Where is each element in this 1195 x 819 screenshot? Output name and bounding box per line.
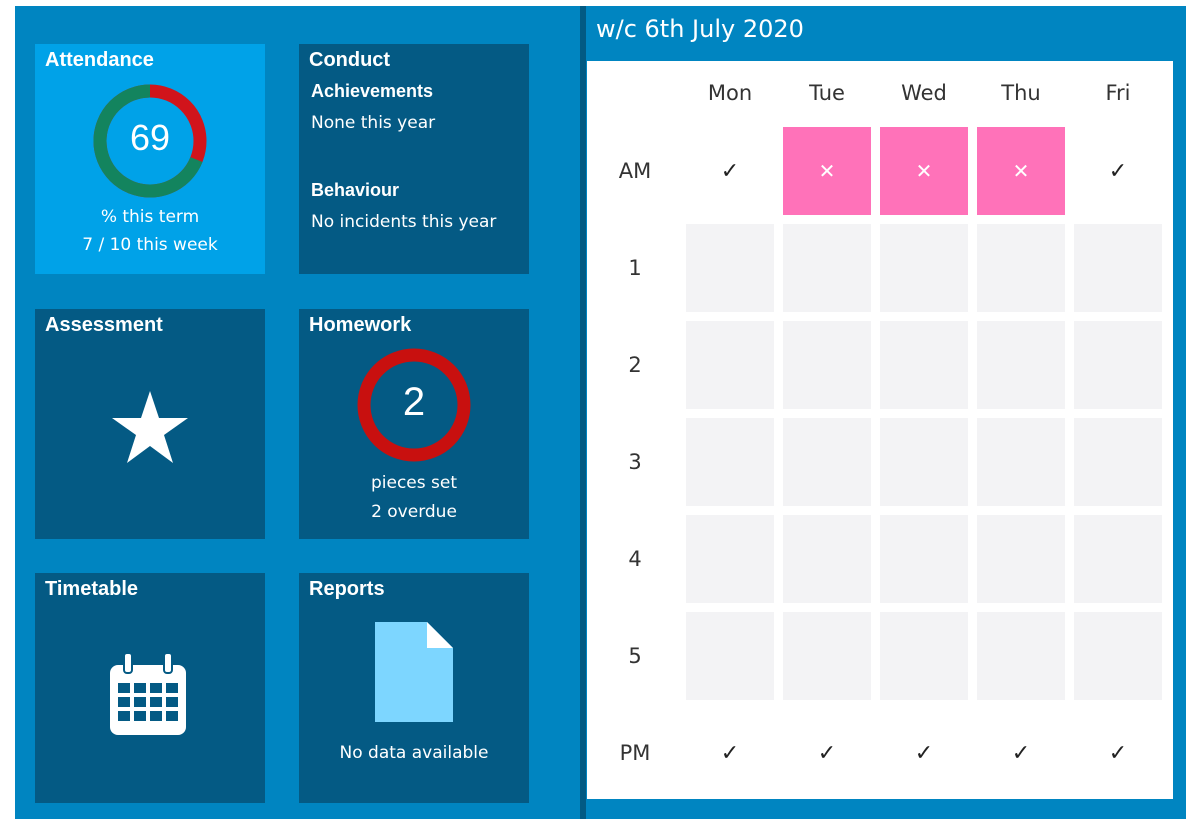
period-cell-fri-1[interactable] xyxy=(1074,224,1162,312)
am-mark-wed[interactable]: ✕ xyxy=(880,127,968,215)
day-header-thu: Thu xyxy=(1001,81,1041,105)
period-cell-fri-2[interactable] xyxy=(1074,321,1162,409)
row-label-2: 2 xyxy=(628,353,642,377)
day-header-mon: Mon xyxy=(707,81,753,105)
homework-overdue: 2 overdue xyxy=(371,502,457,522)
period-cell-mon-2[interactable] xyxy=(686,321,774,409)
reports-tile[interactable]: Reports No data available xyxy=(299,573,529,803)
period-cell-wed-4[interactable] xyxy=(880,515,968,603)
achievements-label: Achievements xyxy=(311,81,434,101)
pm-mark-mon[interactable]: ✓ xyxy=(686,709,774,797)
period-cell-fri-4[interactable] xyxy=(1074,515,1162,603)
row-label-3: 3 xyxy=(628,450,642,474)
period-cell-wed-1[interactable] xyxy=(880,224,968,312)
attendance-caption: % this term xyxy=(100,207,200,227)
attendance-week: 7 / 10 this week xyxy=(82,235,218,255)
period-cell-wed-2[interactable] xyxy=(880,321,968,409)
pm-mark-wed[interactable]: ✓ xyxy=(880,709,968,797)
period-cell-tue-3[interactable] xyxy=(783,418,871,506)
day-header-fri: Fri xyxy=(1105,81,1131,105)
row-label-am: AM xyxy=(618,159,652,183)
am-mark-tue[interactable]: ✕ xyxy=(783,127,871,215)
period-cell-thu-5[interactable] xyxy=(977,612,1065,700)
assessment-title: Assessment xyxy=(45,314,163,336)
period-cell-wed-3[interactable] xyxy=(880,418,968,506)
homework-title: Homework xyxy=(309,314,412,336)
star-icon xyxy=(112,391,188,463)
reports-message: No data available xyxy=(339,743,489,763)
period-cell-tue-1[interactable] xyxy=(783,224,871,312)
period-cell-thu-2[interactable] xyxy=(977,321,1065,409)
period-cell-tue-2[interactable] xyxy=(783,321,871,409)
behaviour-text: No incidents this year xyxy=(311,212,497,232)
row-label-4: 4 xyxy=(628,547,642,571)
assessment-tile[interactable]: Assessment xyxy=(35,309,265,539)
homework-count: 2 xyxy=(402,380,426,424)
week-timetable: w/c 6th July 2020 Mon Tue Wed Thu Fri AM… xyxy=(586,6,1186,819)
pm-mark-thu[interactable]: ✓ xyxy=(977,709,1065,797)
day-header-wed: Wed xyxy=(901,81,947,105)
period-cell-thu-1[interactable] xyxy=(977,224,1065,312)
conduct-tile[interactable]: Conduct Achievements None this year Beha… xyxy=(299,44,529,274)
achievements-text: None this year xyxy=(311,113,436,133)
attendance-title: Attendance xyxy=(45,49,154,71)
period-cell-mon-1[interactable] xyxy=(686,224,774,312)
period-cell-fri-5[interactable] xyxy=(1074,612,1162,700)
behaviour-label: Behaviour xyxy=(311,180,400,200)
attendance-tile[interactable]: Attendance 69 % this term 7 / 10 this we… xyxy=(35,44,265,274)
conduct-title: Conduct xyxy=(309,49,391,71)
timetable-grid: Mon Tue Wed Thu Fri AM 1 2 3 4 5 PM ✓ ✕ … xyxy=(587,61,1173,799)
document-icon xyxy=(375,622,453,722)
period-cell-tue-4[interactable] xyxy=(783,515,871,603)
pm-mark-fri[interactable]: ✓ xyxy=(1074,709,1162,797)
am-mark-mon[interactable]: ✓ xyxy=(686,127,774,215)
timetable-tile[interactable]: Timetable xyxy=(35,573,265,803)
am-mark-fri[interactable]: ✓ xyxy=(1074,127,1162,215)
period-cell-thu-3[interactable] xyxy=(977,418,1065,506)
calendar-icon xyxy=(110,652,186,735)
period-cell-thu-4[interactable] xyxy=(977,515,1065,603)
row-label-1: 1 xyxy=(628,256,642,280)
timetable-title: Timetable xyxy=(45,578,138,600)
period-cell-wed-5[interactable] xyxy=(880,612,968,700)
period-cell-mon-4[interactable] xyxy=(686,515,774,603)
attendance-percent: 69 xyxy=(129,117,171,158)
row-label-pm: PM xyxy=(619,741,651,765)
period-cell-tue-5[interactable] xyxy=(783,612,871,700)
am-mark-thu[interactable]: ✕ xyxy=(977,127,1065,215)
period-cell-mon-3[interactable] xyxy=(686,418,774,506)
dashboard-panel: Attendance 69 % this term 7 / 10 this we… xyxy=(15,6,580,819)
period-cell-fri-3[interactable] xyxy=(1074,418,1162,506)
day-header-tue: Tue xyxy=(809,81,845,105)
row-label-5: 5 xyxy=(628,644,642,668)
week-title: w/c 6th July 2020 xyxy=(596,15,804,43)
pm-mark-tue[interactable]: ✓ xyxy=(783,709,871,797)
reports-title: Reports xyxy=(309,578,385,600)
homework-caption: pieces set xyxy=(370,473,458,493)
homework-tile[interactable]: Homework 2 pieces set 2 overdue xyxy=(299,309,529,539)
period-cell-mon-5[interactable] xyxy=(686,612,774,700)
